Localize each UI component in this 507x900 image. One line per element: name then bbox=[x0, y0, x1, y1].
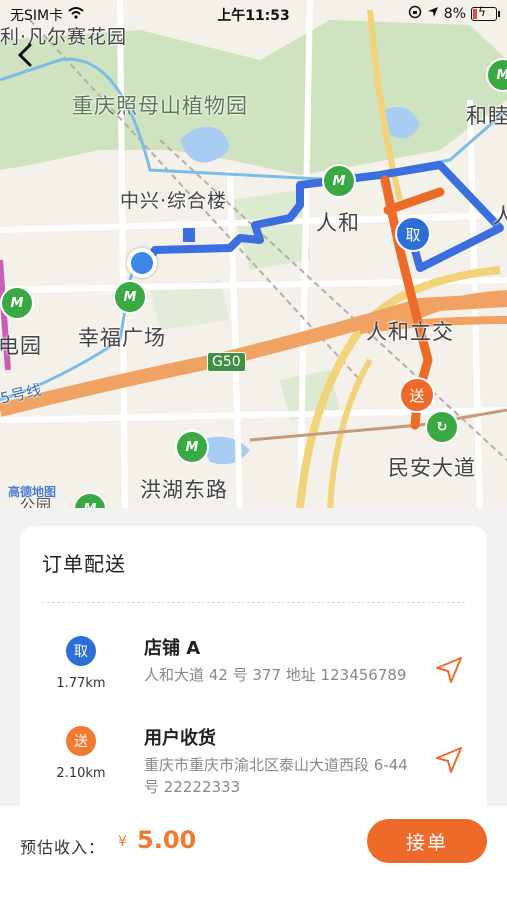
map-label: 和睦 bbox=[466, 104, 507, 128]
pickup-marker[interactable]: 取 bbox=[395, 216, 431, 252]
accept-order-button[interactable]: 接单 bbox=[367, 819, 487, 863]
metro-station-icon[interactable]: M bbox=[0, 286, 34, 320]
highway-shield: G50 bbox=[207, 352, 246, 372]
navigation-arrow-icon bbox=[436, 657, 462, 683]
order-card: 订单配送 取 1.77km 店铺 A 人和大道 42 号 377 地址 1234… bbox=[20, 526, 487, 816]
map-label: 民安大道 bbox=[388, 456, 476, 480]
back-button[interactable] bbox=[10, 40, 40, 70]
dropoff-recipient-name: 用户收货 bbox=[144, 728, 216, 749]
pickup-store-name: 店铺 A bbox=[144, 638, 201, 659]
pickup-navigate-button[interactable] bbox=[433, 654, 465, 686]
map-label: 人和 bbox=[316, 211, 360, 235]
metro-station-icon[interactable]: M bbox=[113, 280, 147, 314]
metro-station-icon[interactable]: M bbox=[175, 430, 209, 464]
battery-icon: ϟ bbox=[471, 5, 500, 21]
map-label: 中兴·综合楼 bbox=[120, 190, 228, 212]
dropoff-stop[interactable]: 送 2.10km 用户收货 重庆市重庆市渝北区泰山大道西段 6-44 号 222… bbox=[20, 726, 487, 816]
location-arrow-icon bbox=[427, 6, 439, 22]
dropoff-navigate-button[interactable] bbox=[433, 744, 465, 776]
pickup-distance: 1.77km bbox=[56, 676, 106, 691]
dropoff-badge: 送 bbox=[66, 726, 96, 756]
status-bar: 无SIM卡 上午11:53 8% ϟ bbox=[0, 0, 507, 28]
current-location-marker bbox=[127, 248, 157, 278]
map-provider-logo: 高德地图 bbox=[8, 485, 57, 499]
map-view[interactable]: 利·凡尔赛花园 重庆照母山植物园 中兴·综合楼 人和 和睦 人 幸福广场 电园 … bbox=[0, 0, 507, 508]
metro-station-icon[interactable]: M bbox=[322, 164, 356, 198]
divider bbox=[42, 602, 465, 603]
pickup-stop[interactable]: 取 1.77km 店铺 A 人和大道 42 号 377 地址 123456789 bbox=[20, 636, 487, 726]
map-label: 人 bbox=[493, 204, 507, 228]
orientation-lock-icon bbox=[408, 5, 422, 23]
battery-percent: 8% bbox=[443, 6, 466, 22]
estimated-income-amount: 5.00 bbox=[137, 826, 197, 854]
map-label: 洪湖东路 bbox=[140, 478, 228, 502]
order-card-title: 订单配送 bbox=[42, 552, 126, 576]
map-label: 电园 bbox=[0, 334, 42, 358]
transfer-station-icon[interactable]: ↻ bbox=[425, 410, 459, 444]
currency-symbol: ¥ bbox=[118, 834, 127, 850]
pickup-badge: 取 bbox=[66, 636, 96, 666]
map-label: 幸福广场 bbox=[78, 326, 166, 350]
dropoff-address: 重庆市重庆市渝北区泰山大道西段 6-44 号 22222333 bbox=[144, 756, 408, 796]
bottom-action-bar: 预估收入： ¥ 5.00 接单 bbox=[0, 806, 507, 900]
map-label-park: 重庆照母山植物园 bbox=[72, 94, 248, 118]
chevron-left-icon bbox=[17, 43, 32, 67]
dropoff-distance: 2.10km bbox=[56, 766, 106, 781]
pickup-address: 人和大道 42 号 377 地址 123456789 bbox=[144, 666, 407, 684]
dropoff-marker[interactable]: 送 bbox=[399, 377, 435, 413]
estimated-income-label: 预估收入： bbox=[20, 838, 106, 857]
map-label: 人和立交 bbox=[366, 320, 454, 344]
navigation-arrow-icon bbox=[436, 747, 462, 773]
